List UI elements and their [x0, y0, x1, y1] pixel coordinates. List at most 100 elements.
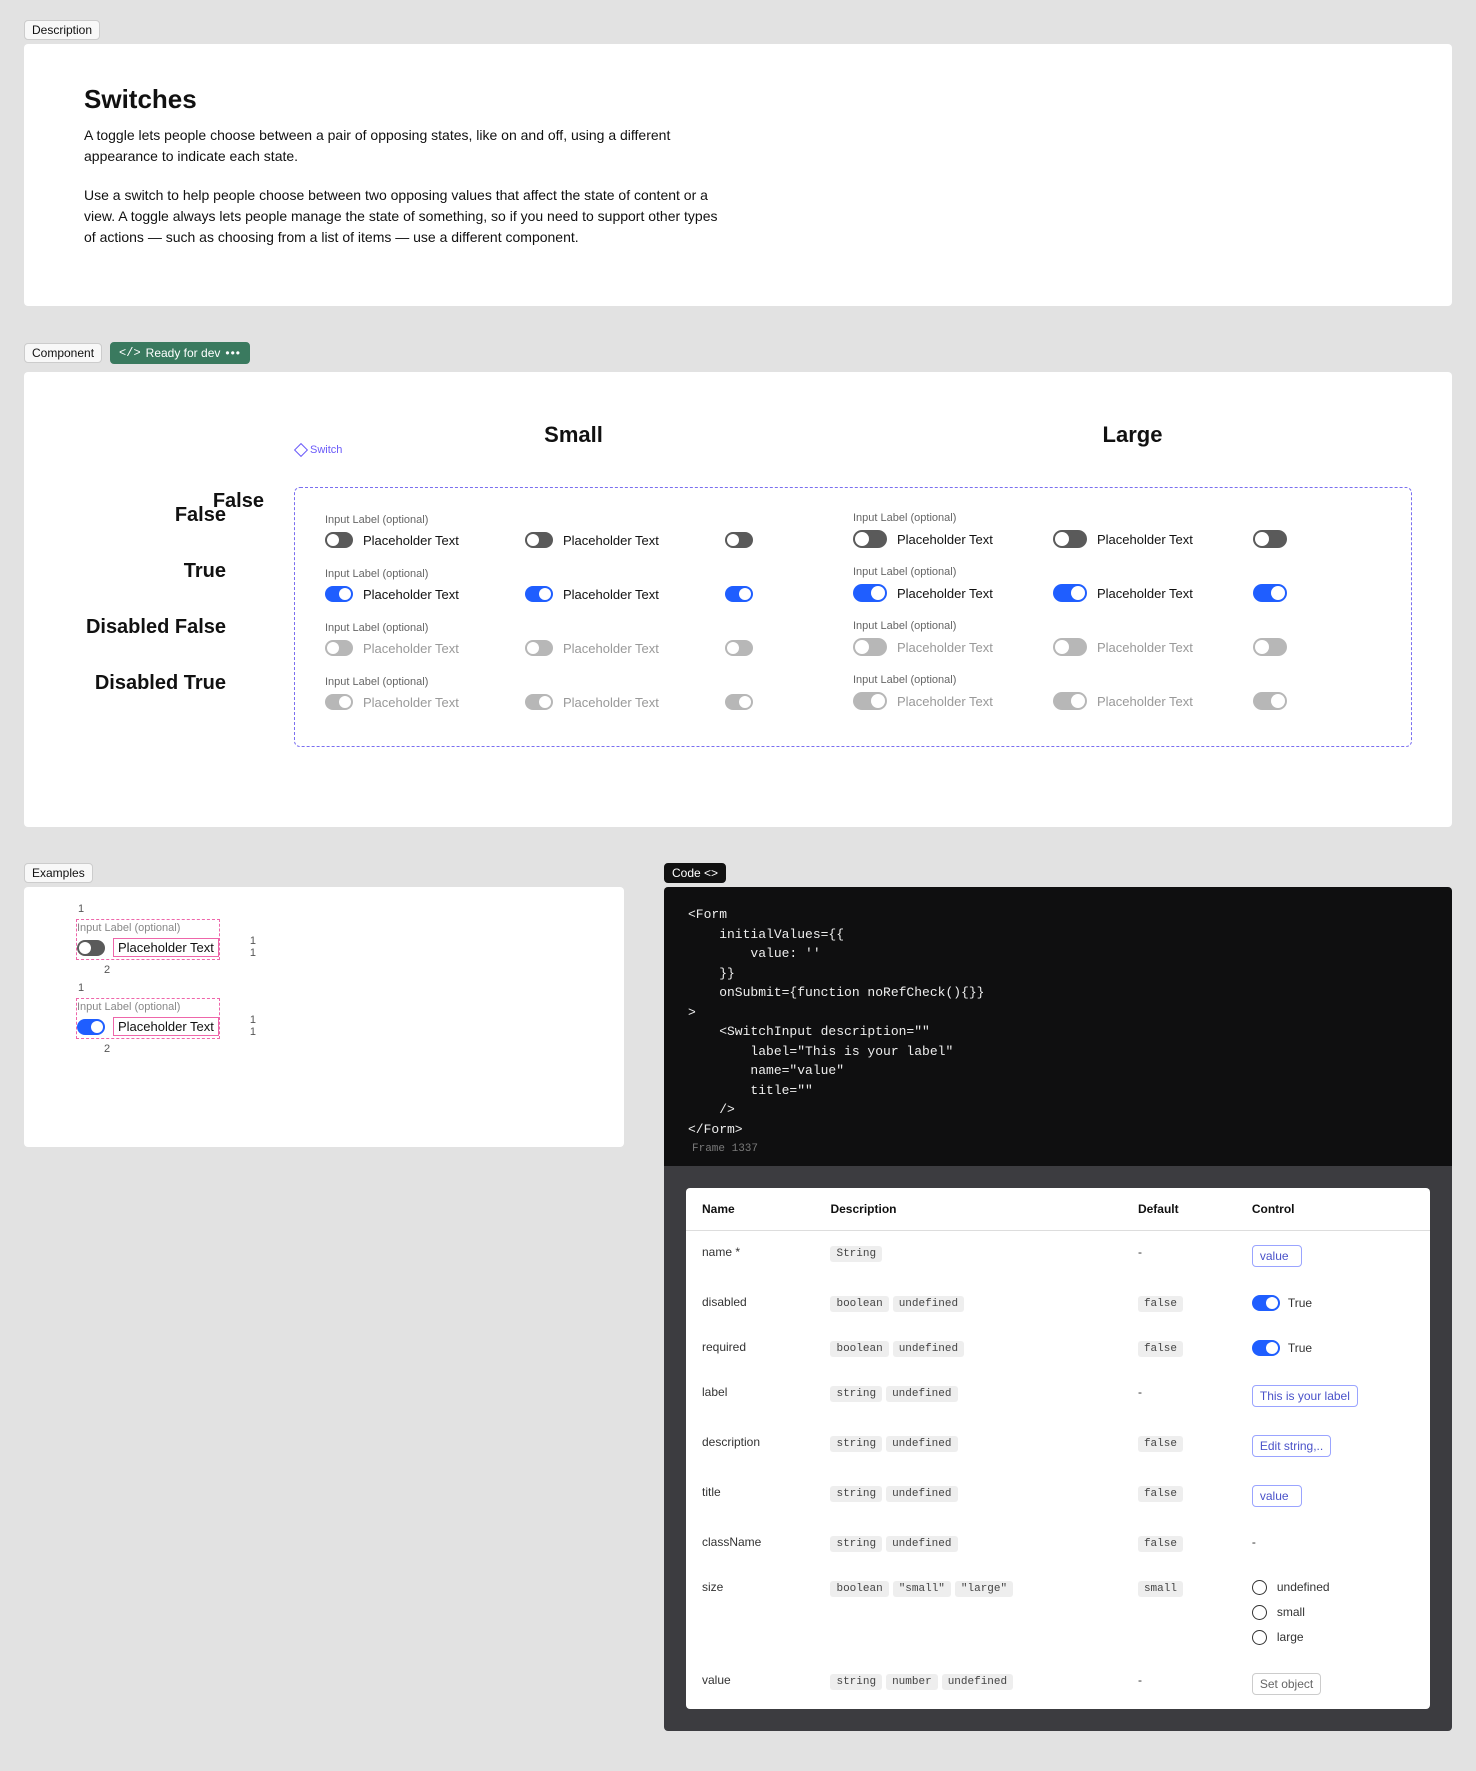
placeholder-text: Placeholder Text — [1097, 586, 1193, 601]
placeholder-text: Placeholder Text — [363, 533, 459, 548]
code-content: <Form initialValues={{ value: '' }} onSu… — [688, 907, 984, 1137]
input-label: Input Label (optional) — [325, 568, 475, 580]
prop-default: false — [1122, 1326, 1236, 1371]
placeholder-text: Placeholder Text — [113, 938, 219, 957]
description-p2: Use a switch to help people choose betwe… — [84, 185, 724, 248]
spacing-annotation: 1 — [78, 903, 84, 915]
prop-name: className — [686, 1521, 814, 1566]
th-default: Default — [1122, 1188, 1236, 1231]
prop-types: stringundefined — [814, 1421, 1121, 1471]
prop-control: True — [1236, 1281, 1430, 1326]
input-label: Input Label (optional) — [77, 1001, 219, 1013]
prop-control: undefined small large — [1236, 1566, 1430, 1659]
switch-toggle — [1053, 692, 1087, 710]
switch-toggle[interactable] — [325, 532, 353, 548]
variant-small-true-bare — [725, 586, 765, 602]
variant-large-false-bare — [1253, 530, 1293, 548]
placeholder-text: Placeholder Text — [1097, 694, 1193, 709]
code-panel[interactable]: <Form initialValues={{ value: '' }} onSu… — [664, 887, 1452, 1166]
default-chip: false — [1138, 1486, 1183, 1502]
control-switch[interactable] — [1252, 1295, 1280, 1311]
switch-toggle[interactable] — [325, 586, 353, 602]
switch-toggle[interactable] — [725, 532, 753, 548]
spacing-annotation: 1 — [250, 947, 256, 959]
type-chip: undefined — [893, 1341, 964, 1357]
page-title: Switches — [84, 84, 1392, 115]
control-text-input[interactable]: value — [1252, 1245, 1302, 1267]
prop-types: boolean"small""large" — [814, 1566, 1121, 1659]
component-diamond-icon — [294, 443, 308, 457]
variant-small-disabled-false-labeled: Input Label (optional) Placeholder Text — [325, 622, 475, 656]
default-chip: false — [1138, 1296, 1183, 1312]
switch-toggle[interactable] — [1253, 530, 1287, 548]
switch-toggle[interactable] — [1053, 530, 1087, 548]
control-radio-option[interactable]: small — [1252, 1605, 1414, 1620]
radio-icon — [1252, 1605, 1267, 1620]
type-chip: string — [830, 1536, 882, 1552]
control-text-input[interactable]: This is your label — [1252, 1385, 1358, 1407]
type-chip: string — [830, 1674, 882, 1690]
radio-label: large — [1277, 1630, 1304, 1644]
description-tag: Description — [24, 20, 100, 40]
switch-toggle — [525, 640, 553, 656]
switch-toggle[interactable] — [1253, 584, 1287, 602]
type-chip: undefined — [886, 1486, 957, 1502]
ready-for-dev-tag[interactable]: </> Ready for dev ••• — [110, 342, 250, 364]
code-icon: </> — [119, 346, 141, 360]
switch-toggle[interactable] — [525, 586, 553, 602]
input-label: Input Label (optional) — [853, 512, 1003, 524]
example-off[interactable]: 1 1 1 2 Input Label (optional) Placehold… — [74, 917, 244, 962]
switch-toggle[interactable] — [853, 530, 887, 548]
type-chip: boolean — [830, 1581, 888, 1597]
placeholder-text: Placeholder Text — [563, 533, 659, 548]
prop-name: label — [686, 1371, 814, 1421]
table-row: sizeboolean"small""large"smallundefineds… — [686, 1566, 1430, 1659]
component-tag: Component — [24, 343, 102, 363]
input-label: Input Label (optional) — [325, 514, 475, 526]
switch-toggle[interactable] — [725, 586, 753, 602]
variant-large-disabled-true-nolabel: Placeholder Text — [1053, 692, 1203, 710]
table-row: requiredbooleanundefinedfalseTrue — [686, 1326, 1430, 1371]
variant-large-true-bare — [1253, 584, 1293, 602]
switch-toggle[interactable] — [525, 532, 553, 548]
input-label: Input Label (optional) — [77, 922, 219, 934]
placeholder-text: Placeholder Text — [563, 641, 659, 656]
switch-toggle[interactable] — [77, 1019, 105, 1035]
control-text-input[interactable]: value — [1252, 1485, 1302, 1507]
spacing-annotation: 1 — [250, 1026, 256, 1038]
variant-large-disabled-true-bare — [1253, 692, 1293, 710]
table-row: classNamestringundefinedfalse- — [686, 1521, 1430, 1566]
control-switch[interactable] — [1252, 1340, 1280, 1356]
variant-large-false-labeled: Input Label (optional) Placeholder Text — [853, 512, 1003, 548]
variant-small-disabled-true-labeled: Input Label (optional) Placeholder Text — [325, 676, 475, 710]
input-label: Input Label (optional) — [325, 676, 475, 688]
spacing-annotation: 2 — [104, 1043, 110, 1055]
example-on[interactable]: 1 1 1 2 Input Label (optional) Placehold… — [74, 996, 244, 1041]
switch-toggle[interactable] — [853, 584, 887, 602]
control-radio-option[interactable]: undefined — [1252, 1580, 1414, 1595]
switch-toggle — [1053, 638, 1087, 656]
placeholder-text: Placeholder Text — [363, 695, 459, 710]
prop-control: True — [1236, 1326, 1430, 1371]
type-chip: undefined — [893, 1296, 964, 1312]
spacing-annotation: 1 — [250, 935, 256, 947]
variant-small-disabled-true-nolabel: Placeholder Text — [525, 694, 675, 710]
switch-toggle — [853, 692, 887, 710]
placeholder-text: Placeholder Text — [113, 1017, 219, 1036]
switch-toggle[interactable] — [77, 940, 105, 956]
spacing-annotation: 2 — [104, 964, 110, 976]
switch-variants-frame[interactable]: Input Label (optional) Placeholder Text … — [294, 487, 1412, 747]
control-text-input[interactable]: Set object — [1252, 1673, 1321, 1695]
control-text-input[interactable]: Edit string,.. — [1252, 1435, 1331, 1457]
placeholder-text: Placeholder Text — [1097, 532, 1193, 547]
more-icon: ••• — [225, 346, 241, 360]
prop-control: - — [1236, 1521, 1430, 1566]
placeholder-text: Placeholder Text — [897, 694, 993, 709]
type-chip: undefined — [886, 1436, 957, 1452]
placeholder-text: Placeholder Text — [363, 587, 459, 602]
switch-toggle[interactable] — [1053, 584, 1087, 602]
variant-large-disabled-false-labeled: Input Label (optional) Placeholder Text — [853, 620, 1003, 656]
control-radio-option[interactable]: large — [1252, 1630, 1414, 1645]
th-control: Control — [1236, 1188, 1430, 1231]
prop-types: booleanundefined — [814, 1281, 1121, 1326]
